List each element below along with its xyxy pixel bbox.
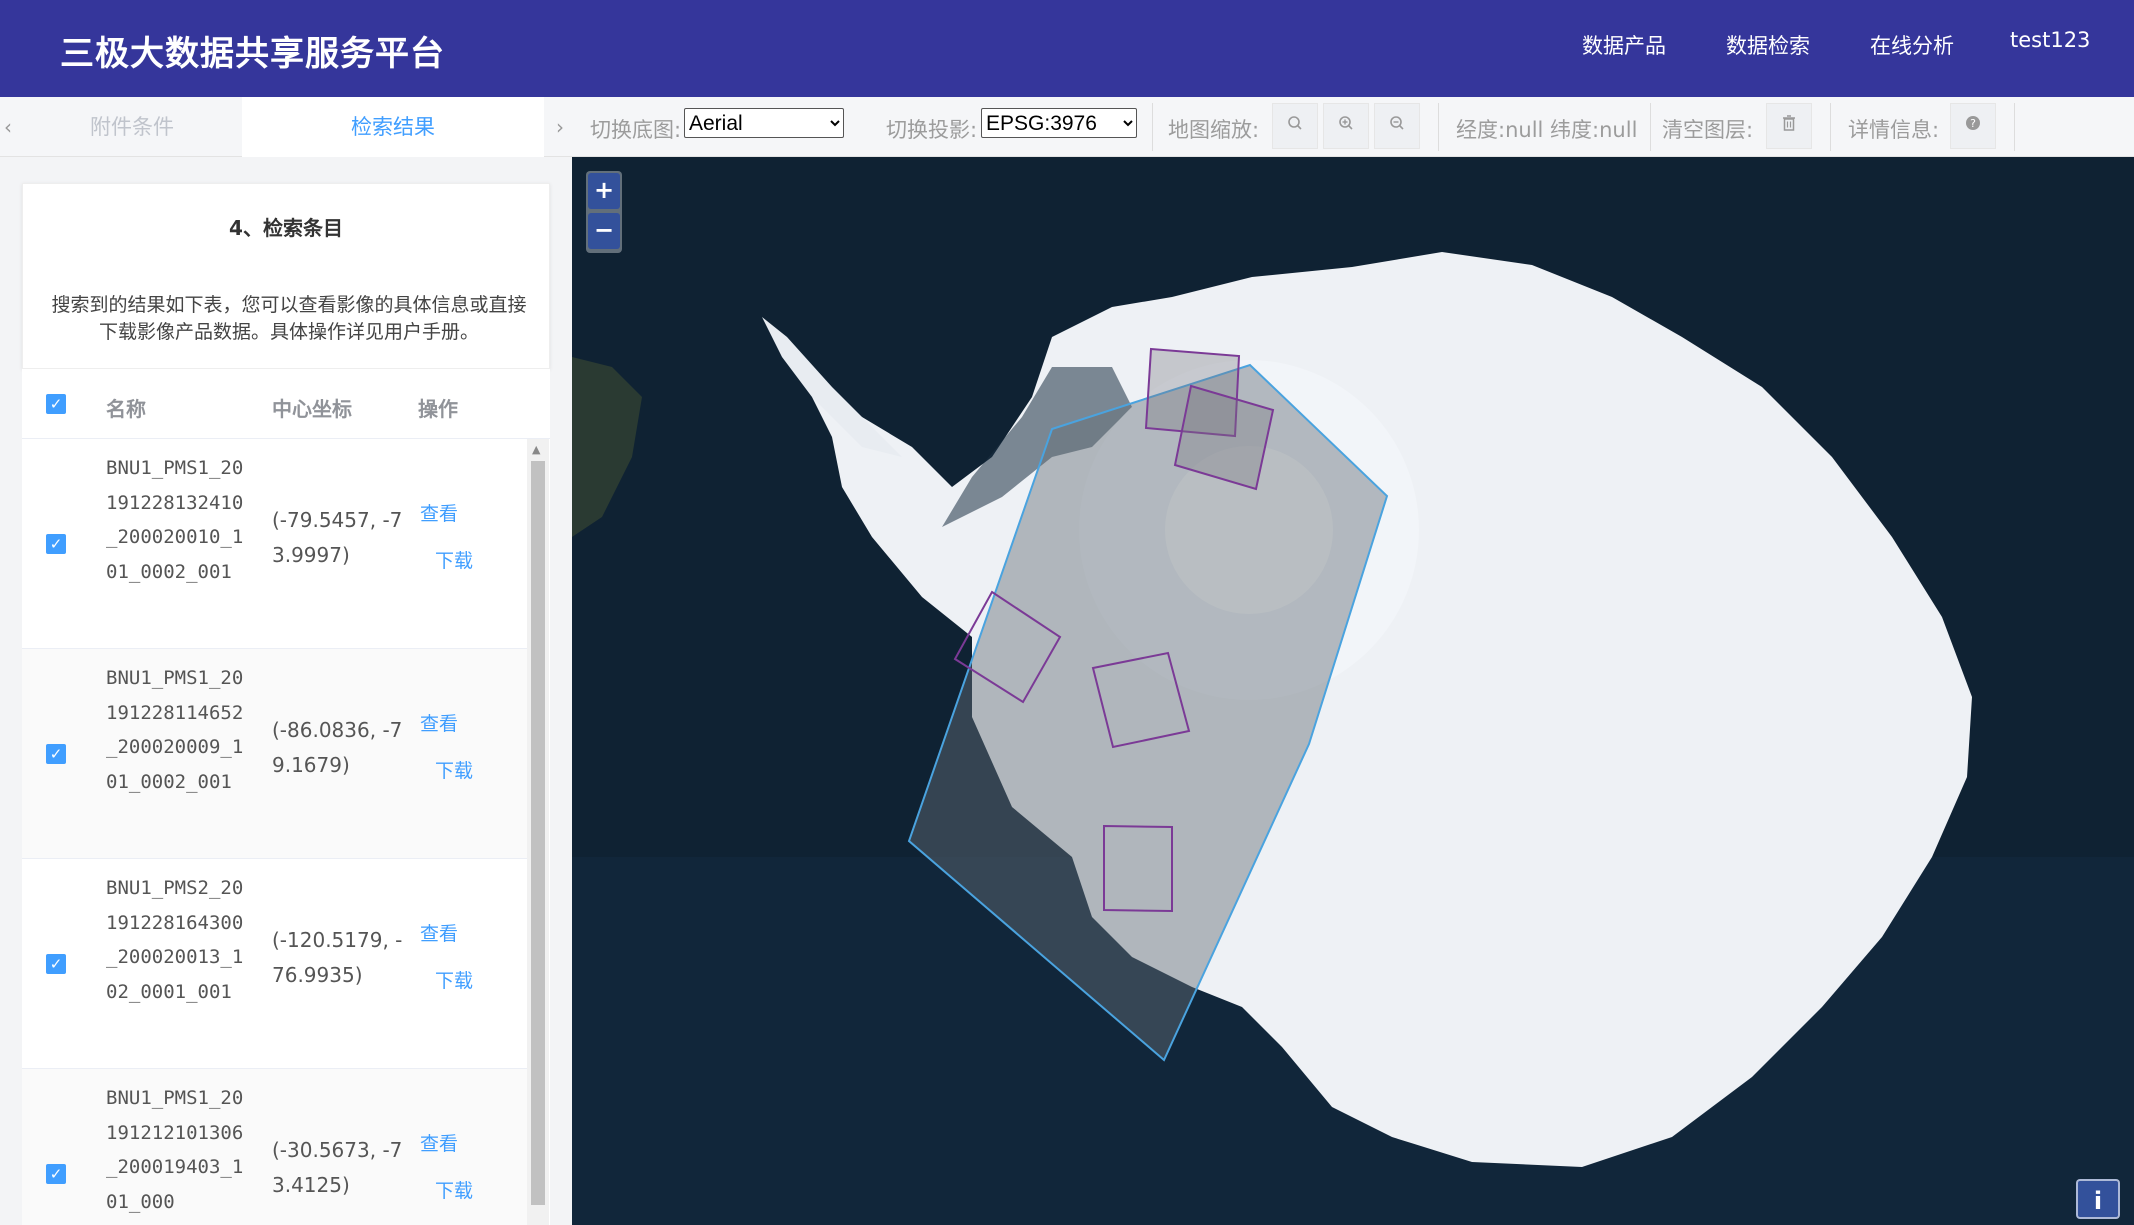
card-description: 搜索到的结果如下表，您可以查看影像的具体信息或直接下载影像产品数据。具体操作详见… <box>51 294 527 343</box>
header-center-coord: 中心坐标 <box>272 397 352 421</box>
row-name: BNU1_PMS1_20191228114652_200020009_101_0… <box>106 667 244 793</box>
row-coord: (-86.0836, -79.1679) <box>272 718 403 777</box>
select-all-checkbox[interactable]: ✓ <box>46 394 66 414</box>
search-results-panel: 4、检索条目 搜索到的结果如下表，您可以查看影像的具体信息或直接下载影像产品数据… <box>0 157 572 1225</box>
zoom-label: 地图缩放: <box>1168 118 1260 142</box>
download-link[interactable]: 下载 <box>435 1176 473 1203</box>
download-link[interactable]: 下载 <box>435 756 473 783</box>
top-header: 三极大数据共享服务平台 数据产品 数据检索 在线分析 test123 <box>0 0 2134 97</box>
map-zoom-out-button[interactable]: − <box>588 213 620 249</box>
row-checkbox[interactable]: ✓ <box>46 534 66 554</box>
header-name: 名称 <box>106 397 146 421</box>
basemap-select[interactable]: Aerial <box>684 108 844 138</box>
download-link[interactable]: 下载 <box>435 966 473 993</box>
row-checkbox[interactable]: ✓ <box>46 744 66 764</box>
nav-data-search[interactable]: 数据检索 <box>1726 30 1810 60</box>
svg-text:?: ? <box>1970 117 1976 130</box>
table-row: ✓ BNU1_PMS1_20191212101306_200019403_101… <box>22 1069 527 1225</box>
lonlat-readout: 经度:null 纬度:null <box>1456 118 1638 142</box>
table-scrollbar[interactable]: ▲ <box>527 439 549 1225</box>
trash-icon[interactable] <box>1766 103 1812 149</box>
projection-label: 切换投影: <box>886 118 978 142</box>
results-table: ✓ 名称 中心坐标 操作 ✓ BNU1_PMS1_20191228132410_… <box>22 369 550 1225</box>
toolbar-divider <box>1438 103 1439 151</box>
map-view[interactable]: + − i <box>572 157 2134 1225</box>
site-title: 三极大数据共享服务平台 <box>60 34 445 74</box>
toolbar-divider <box>2014 103 2015 151</box>
row-checkbox[interactable]: ✓ <box>46 1164 66 1184</box>
zoom-in-icon[interactable] <box>1323 103 1369 149</box>
table-row: ✓ BNU1_PMS1_20191228132410_200020010_101… <box>22 439 527 649</box>
user-menu[interactable]: test123 <box>2010 28 2090 52</box>
row-name: BNU1_PMS1_20191212101306_200019403_101_0… <box>106 1087 244 1213</box>
help-icon[interactable]: ? <box>1950 103 1996 149</box>
row-name: BNU1_PMS1_20191228132410_200020010_101_0… <box>106 457 244 583</box>
map-zoom-control: + − <box>586 171 622 253</box>
row-coord: (-120.5179, -76.9935) <box>272 928 403 987</box>
table-header: ✓ 名称 中心坐标 操作 <box>22 369 550 439</box>
toolbar-divider <box>1830 103 1831 151</box>
tab-scroll-right-icon[interactable]: › <box>556 115 564 139</box>
clear-layers-label: 清空图层: <box>1662 118 1754 142</box>
row-coord: (-30.5673, -73.4125) <box>272 1138 403 1197</box>
view-link[interactable]: 查看 <box>420 1129 458 1156</box>
tab-search-results[interactable]: 检索结果 <box>242 97 544 157</box>
map-canvas <box>572 157 2134 1225</box>
table-row: ✓ BNU1_PMS1_20191228114652_200020009_101… <box>22 649 527 859</box>
scrollbar-thumb[interactable] <box>531 461 545 1205</box>
map-info-button[interactable]: i <box>2076 1179 2120 1219</box>
projection-select[interactable]: EPSG:3976 <box>981 108 1137 138</box>
row-checkbox[interactable]: ✓ <box>46 954 66 974</box>
nav-online-analysis[interactable]: 在线分析 <box>1870 30 1954 60</box>
view-link[interactable]: 查看 <box>420 709 458 736</box>
view-link[interactable]: 查看 <box>420 499 458 526</box>
view-link[interactable]: 查看 <box>420 919 458 946</box>
toolbar-divider <box>1152 103 1153 151</box>
tab-attachment-conditions[interactable]: 附件条件 <box>22 97 242 157</box>
toolbar-divider <box>1650 103 1651 151</box>
map-toolbar: 切换底图: Aerial 切换投影: EPSG:3976 地图缩放: 经度:nu… <box>572 97 2134 157</box>
basemap-label: 切换底图: <box>590 118 682 142</box>
result-intro-card: 4、检索条目 搜索到的结果如下表，您可以查看影像的具体信息或直接下载影像产品数据… <box>22 183 550 369</box>
details-label: 详情信息: <box>1848 118 1940 142</box>
header-action: 操作 <box>418 397 458 421</box>
map-zoom-in-button[interactable]: + <box>588 173 620 209</box>
zoom-out-icon[interactable] <box>1374 103 1420 149</box>
scroll-up-icon[interactable]: ▲ <box>532 443 540 456</box>
zoom-reset-icon[interactable] <box>1272 103 1318 149</box>
table-row: ✓ BNU1_PMS2_20191228164300_200020013_102… <box>22 859 527 1069</box>
nav-data-products[interactable]: 数据产品 <box>1582 30 1666 60</box>
tab-scroll-left-icon[interactable]: ‹ <box>4 115 12 139</box>
download-link[interactable]: 下载 <box>435 546 473 573</box>
panel-tabs: ‹ 附件条件 检索结果 › <box>0 97 572 157</box>
row-name: BNU1_PMS2_20191228164300_200020013_102_0… <box>106 877 244 1003</box>
row-coord: (-79.5457, -73.9997) <box>272 508 403 567</box>
card-title: 4、检索条目 <box>229 216 343 240</box>
